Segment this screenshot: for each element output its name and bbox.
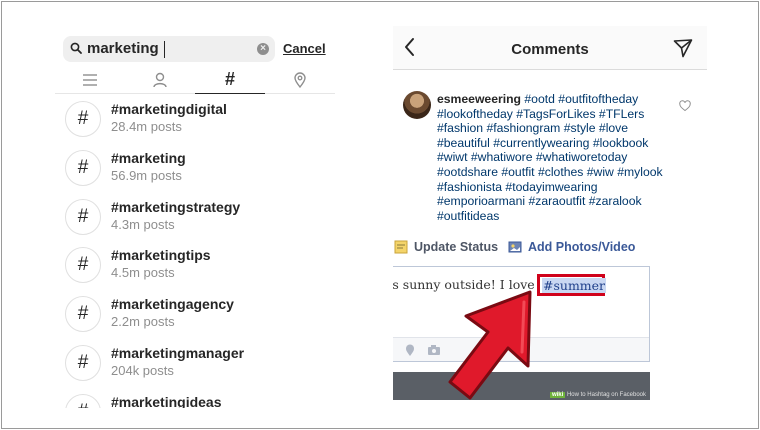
comments-header: Comments [393,26,707,70]
hashtag-name: #marketingstrategy [111,198,241,215]
update-status-tab[interactable]: Update Status [394,240,498,254]
hashtag-icon: # [65,344,101,381]
selected-hashtag[interactable]: #summer [542,278,607,293]
comment-body: esmeeweering #ootd #outfitoftheday #look… [437,92,673,223]
hashtag-icon: # [65,101,101,137]
hashtag-result-item[interactable]: # #marketingtips 4.5m posts [55,240,335,289]
hashtag-icon: # [65,198,101,235]
search-icon [70,42,82,54]
post-count: 4.5m posts [111,265,175,281]
comment-username[interactable]: esmeeweering [437,92,521,106]
post-count: 2.2m posts [111,314,175,330]
location-pin-icon [294,72,306,88]
watermark-brand: wiki [549,392,566,398]
comments-screen: Comments esmeeweering #ootd #outfitofthe… [393,26,707,400]
avatar[interactable] [403,91,431,119]
hashtag-name: #marketingideas [111,393,222,408]
text-caret [164,41,165,58]
direct-send-icon[interactable] [673,38,693,58]
tab-accounts[interactable] [125,66,195,94]
post-count: 204k posts [111,362,174,378]
post-count: 28.4m posts [111,119,182,134]
person-icon [153,72,167,88]
post-count: 4.3m posts [111,216,175,232]
hashtag-icon: # [65,149,101,186]
search-input[interactable]: marketing [87,40,159,57]
tab-places[interactable] [265,66,335,94]
add-photos-tab[interactable]: Add Photos/Video [508,240,635,254]
comment-hashtags[interactable]: #ootd #outfitoftheday #lookoftheday #Tag… [437,92,663,223]
hashtag-result-item[interactable]: # #marketingideas [55,387,335,408]
update-status-label: Update Status [414,240,499,254]
add-photos-label: Add Photos/Video [528,240,636,254]
pointer-arrow-icon [448,290,532,400]
watermark: wiki How to Hashtag on Facebook [549,392,646,398]
hashtag-result-item[interactable]: # #marketingstrategy 4.3m posts [55,192,335,241]
camera-icon[interactable] [427,343,441,357]
watermark-text: How to Hashtag on Facebook [566,392,646,398]
hashtag-icon: # [65,393,101,408]
hashtag-name: #marketingagency [111,296,234,313]
heart-icon[interactable] [679,100,691,112]
search-tabs: # [55,66,335,94]
page-title: Comments [511,41,589,58]
hashtag-results-list: # #marketingdigital 28.4m posts # #marke… [55,94,335,408]
tab-top[interactable] [55,66,125,94]
hashtag-result-item[interactable]: # #marketingdigital 28.4m posts [55,94,335,143]
hashtag-icon: # [224,69,235,89]
hashtag-result-item[interactable]: # #marketingmanager 204k posts [55,338,335,387]
hashtag-highlight-box: #summer [537,274,607,296]
cancel-button[interactable]: Cancel [283,41,326,56]
hashtag-result-item[interactable]: # #marketingagency 2.2m posts [55,289,335,338]
search-screen: marketing × Cancel # # #marketingdigital… [55,28,335,408]
search-bar[interactable]: marketing × [63,36,275,62]
hashtag-name: #marketingtips [111,247,211,264]
hashtag-icon: # [65,296,101,333]
hashtag-icon: # [65,247,101,284]
hashtag-result-item[interactable]: # #marketing 56.9m posts [55,143,335,192]
clear-search-icon[interactable]: × [257,43,269,55]
pencil-note-icon [394,240,408,254]
post-count: 56.9m posts [111,167,182,183]
hashtag-name: #marketingdigital [111,101,227,117]
tab-tags[interactable]: # [195,66,265,94]
location-pin-icon[interactable] [403,343,417,357]
hashtag-name: #marketingmanager [111,344,245,361]
list-icon [83,74,97,86]
hashtag-name: #marketing [111,149,186,166]
photo-icon [508,241,522,253]
